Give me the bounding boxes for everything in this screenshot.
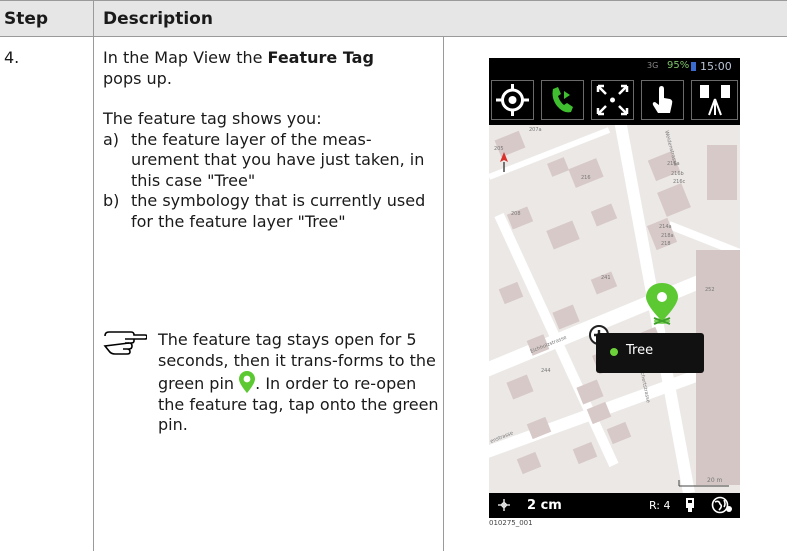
device-screenshot: 3G 95% 15:00 205 207a 216a 216b 216c 216… [489,58,740,518]
hand-tap-icon [652,86,673,113]
column-divider [93,0,94,551]
map-status-bar: 2 cm R: 4 [489,493,740,518]
map-label: 207a [529,127,542,133]
total-station-button[interactable] [691,80,738,120]
map-label: 216 [581,175,591,181]
instruction-table: Step Description 4. In the Map View the … [0,0,787,551]
total-station-icon [700,85,730,116]
crosshair-icon [498,499,510,511]
clock: 15:00 [700,60,732,73]
phone-play-button[interactable] [541,80,584,120]
green-pin-icon [239,371,256,393]
map-label: 241 [601,275,611,281]
map-label: 208 [511,211,521,217]
map-label: 252 [705,287,715,293]
zoom-extent-icon [596,84,629,116]
step-column-header: Step [4,9,49,29]
step-description: In the Map View the Feature Tag pops up.… [103,48,438,232]
battery-icon [691,62,696,71]
intro-text: In the Map View the Feature Tag pops up. [103,48,374,88]
phone-play-icon [552,87,573,113]
map-label: 216b [671,171,684,177]
rover-count: R: 4 [649,499,671,512]
note-text: The feature tag stays open for 5 seconds… [158,330,439,434]
feature-tag-term: Feature Tag [267,48,374,67]
step-number: 4. [4,48,20,67]
svg-text:20 m: 20 m [707,477,723,484]
signal-indicator: 3G [647,61,659,70]
shows-heading: The feature tag shows you: [103,109,322,128]
feature-tag-label: Tree [626,343,654,358]
column-divider [443,37,444,551]
map-label: 244 [541,368,551,374]
feature-tag-popup[interactable]: Tree [596,333,704,373]
list-item: a) the feature layer of the meas-urement… [103,129,425,190]
map-label: 205 [494,146,504,152]
figure-id: 010275_001 [489,519,533,527]
battery-level: 95% [667,60,690,71]
antenna-icon[interactable] [685,497,695,513]
symbology-dot-icon [610,348,618,356]
list-item: b) the symbology that is currently used … [103,191,426,231]
table-header: Step Description [0,0,787,37]
globe-icon[interactable] [711,496,733,514]
pointing-hand-icon [103,331,147,355]
status-bar: 3G 95% 15:00 [489,58,740,75]
map-view[interactable]: 205 207a 216a 216b 216c 216 208 214a 218… [489,125,740,493]
hand-tap-button[interactable] [641,80,684,120]
map-label: 214a [659,224,672,230]
precision-readout: 2 cm [527,498,562,513]
target-button[interactable] [491,80,534,120]
map-toolbar [489,75,740,125]
map-label: 218 [661,241,671,247]
description-column-header: Description [103,9,213,29]
map-label: 218a [661,233,674,239]
target-icon [496,84,529,116]
map-label: 216c [673,179,686,185]
zoom-extent-button[interactable] [591,80,634,120]
